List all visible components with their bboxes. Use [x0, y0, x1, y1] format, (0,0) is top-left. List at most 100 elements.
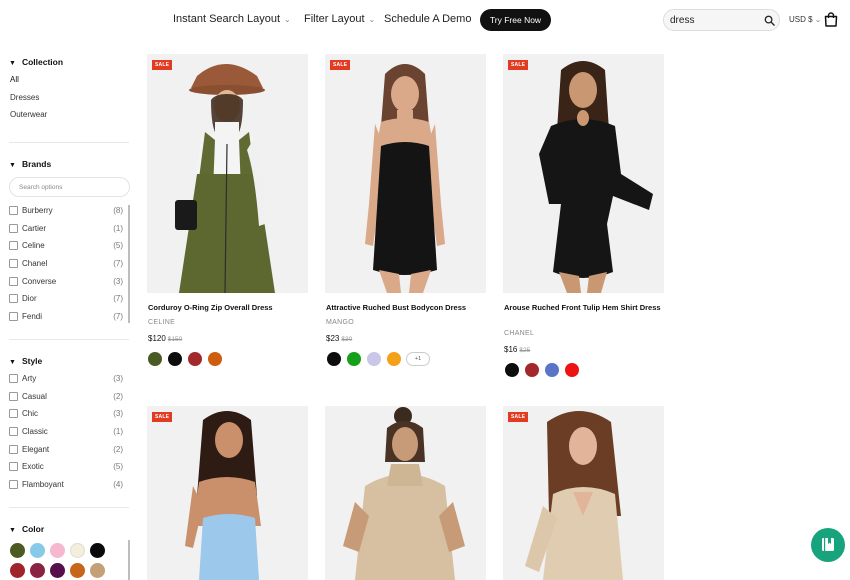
brands-scrollbar[interactable]: [128, 205, 130, 323]
checkbox[interactable]: [9, 311, 18, 321]
product-image[interactable]: [325, 406, 486, 580]
product-photo: [147, 54, 308, 293]
color-swatch[interactable]: [545, 363, 559, 377]
option-count: (3): [113, 374, 123, 384]
color-swatch[interactable]: [327, 352, 341, 366]
checkbox[interactable]: [9, 241, 18, 251]
brand-option[interactable]: Chanel (7): [9, 255, 123, 273]
more-colors-button[interactable]: +1: [406, 352, 430, 366]
product-image[interactable]: SALE: [325, 54, 486, 293]
checkbox[interactable]: [9, 223, 18, 233]
color-filter-swatch[interactable]: [30, 543, 45, 558]
brand-option[interactable]: Celine (5): [9, 237, 123, 255]
try-free-now-button[interactable]: Try Free Now: [480, 9, 551, 31]
chat-book-icon: [822, 538, 834, 551]
shopping-bag-icon[interactable]: [824, 12, 838, 27]
option-count: (4): [113, 479, 123, 489]
style-option[interactable]: Chic (3): [9, 405, 123, 423]
color-filter-header[interactable]: ▼ Color: [9, 524, 44, 534]
color-filter-swatch[interactable]: [10, 563, 25, 578]
product-name[interactable]: Arouse Ruched Front Tulip Hem Shirt Dres…: [504, 302, 662, 313]
option-count: (2): [113, 444, 123, 454]
brand-option[interactable]: Converse (3): [9, 272, 123, 290]
color-swatch[interactable]: [168, 352, 182, 366]
option-label: Casual: [22, 391, 47, 401]
brand-option[interactable]: Dior (7): [9, 290, 123, 308]
checkbox[interactable]: [9, 427, 18, 437]
color-swatch[interactable]: [367, 352, 381, 366]
color-swatch[interactable]: [505, 363, 519, 377]
divider: [9, 339, 129, 340]
product-photo: [503, 406, 664, 580]
brand-option[interactable]: Burberry (8): [9, 202, 123, 220]
option-count: (1): [113, 427, 123, 437]
color-filter-swatch[interactable]: [30, 563, 45, 578]
color-filter-swatch[interactable]: [90, 563, 105, 578]
color-swatch[interactable]: [148, 352, 162, 366]
checkbox[interactable]: [9, 206, 18, 216]
product-image[interactable]: SALE: [503, 54, 664, 293]
checkbox[interactable]: [9, 391, 18, 401]
caret-down-icon: ▼: [9, 162, 16, 169]
nav-filter-layout[interactable]: Filter Layout ⌄: [304, 13, 375, 25]
color-filter-swatch[interactable]: [70, 563, 85, 578]
filter-sidebar: ▼ Collection All Dresses Outerwear ▼ Brand…: [0, 48, 135, 580]
checkbox[interactable]: [9, 259, 18, 269]
option-count: (3): [113, 276, 123, 286]
color-swatch[interactable]: [208, 352, 222, 366]
option-label: Chic: [22, 409, 39, 419]
option-count: (5): [113, 462, 123, 472]
color-filter-swatch[interactable]: [90, 543, 105, 558]
search-input[interactable]: [670, 12, 758, 28]
checkbox[interactable]: [9, 276, 18, 286]
product-image[interactable]: SALE: [147, 406, 308, 580]
color-filter-swatch[interactable]: [50, 543, 65, 558]
style-option[interactable]: Casual (2): [9, 388, 123, 406]
option-count: (7): [113, 294, 123, 304]
style-option[interactable]: Flamboyant (4): [9, 476, 123, 494]
checkbox[interactable]: [9, 479, 18, 489]
color-options: +1: [326, 352, 486, 368]
color-swatch[interactable]: [188, 352, 202, 366]
product-name[interactable]: Corduroy O-Ring Zip Overall Dress: [148, 302, 306, 313]
collection-item-dresses[interactable]: Dresses: [10, 93, 39, 102]
caret-down-icon: ▼: [9, 60, 16, 67]
product-photo: [325, 54, 486, 293]
color-filter-swatch[interactable]: [70, 543, 85, 558]
nav-instant-search-layout[interactable]: Instant Search Layout ⌄: [173, 13, 291, 25]
checkbox[interactable]: [9, 409, 18, 419]
search-icon[interactable]: [764, 15, 775, 26]
collection-item-all[interactable]: All: [10, 75, 19, 84]
product-name[interactable]: Attractive Ruched Bust Bodycon Dress: [326, 302, 484, 313]
nav-schedule-demo[interactable]: Schedule A Demo: [384, 13, 471, 25]
brand-option[interactable]: Cartier (1): [9, 220, 123, 238]
style-option[interactable]: Arty (3): [9, 370, 123, 388]
style-option[interactable]: Elegant (2): [9, 440, 123, 458]
brand-search-input[interactable]: [19, 182, 119, 193]
color-filter-swatch[interactable]: [50, 563, 65, 578]
color-swatch[interactable]: [525, 363, 539, 377]
currency-selector[interactable]: USD $ ⌄: [789, 15, 821, 24]
product-image[interactable]: SALE: [503, 406, 664, 580]
style-option[interactable]: Exotic (5): [9, 458, 123, 476]
color-scrollbar[interactable]: [128, 540, 130, 580]
brand-option[interactable]: Fendi (7): [9, 308, 123, 326]
checkbox[interactable]: [9, 374, 18, 384]
collection-item-outerwear[interactable]: Outerwear: [10, 110, 47, 119]
option-label: Converse: [22, 276, 57, 286]
color-swatch[interactable]: [565, 363, 579, 377]
style-option[interactable]: Classic (1): [9, 423, 123, 441]
checkbox[interactable]: [9, 444, 18, 454]
style-filter-header[interactable]: ▼ Style: [9, 356, 42, 366]
checkbox[interactable]: [9, 294, 18, 304]
divider: [9, 142, 129, 143]
collection-filter-header[interactable]: ▼ Collection: [9, 57, 63, 67]
color-swatch[interactable]: [387, 352, 401, 366]
option-count: (1): [113, 223, 123, 233]
checkbox[interactable]: [9, 462, 18, 472]
color-filter-swatch[interactable]: [10, 543, 25, 558]
brands-filter-header[interactable]: ▼ Brands: [9, 159, 51, 169]
color-swatch[interactable]: [347, 352, 361, 366]
product-image[interactable]: SALE: [147, 54, 308, 293]
chat-widget-button[interactable]: [811, 528, 845, 562]
